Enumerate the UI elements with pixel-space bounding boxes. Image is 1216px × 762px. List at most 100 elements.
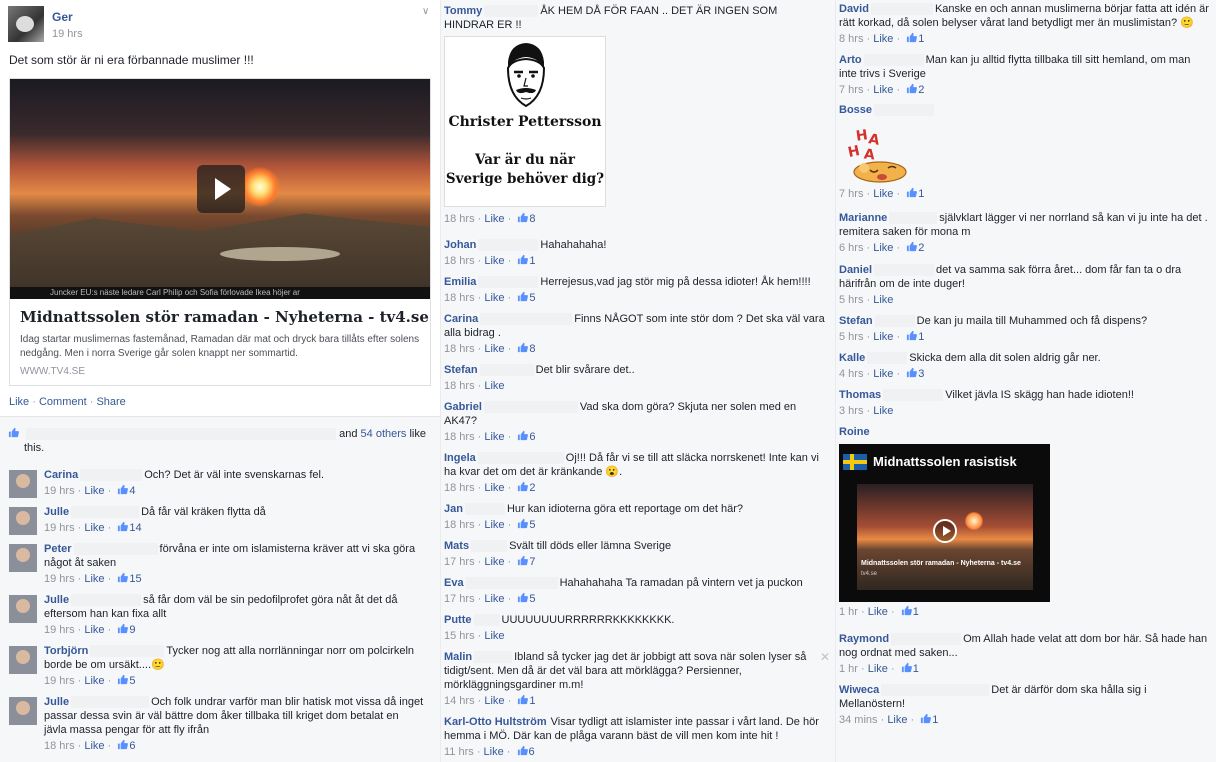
comment-time[interactable]: 6 hrs bbox=[839, 242, 863, 254]
comment-like-link[interactable]: Like bbox=[84, 675, 104, 687]
comment-time[interactable]: 17 hrs bbox=[444, 556, 475, 568]
comment-author[interactable]: Emilia bbox=[444, 276, 476, 288]
comment-like-count[interactable]: 5 bbox=[529, 593, 535, 605]
like-link[interactable]: Like bbox=[9, 396, 29, 408]
comment-author[interactable]: Arto bbox=[839, 54, 862, 66]
card-title[interactable]: Midnattssolen stör ramadan - Nyheterna -… bbox=[20, 308, 429, 326]
comment-author[interactable]: Putte bbox=[444, 614, 472, 626]
comment-like-link[interactable]: Like bbox=[484, 482, 504, 494]
comment-time[interactable]: 19 hrs bbox=[44, 624, 75, 636]
comment-author[interactable]: Thomas bbox=[839, 389, 881, 401]
comment-like-link[interactable]: Like bbox=[84, 522, 104, 534]
share-link[interactable]: Share bbox=[96, 396, 125, 408]
comment-like-count[interactable]: 1 bbox=[913, 663, 919, 675]
comment-author[interactable]: Malin bbox=[444, 651, 472, 663]
avatar[interactable] bbox=[8, 6, 44, 42]
comment-author[interactable]: Roine bbox=[839, 426, 870, 438]
comment-like-count[interactable]: 1 bbox=[918, 331, 924, 343]
comment-author[interactable]: Bosse bbox=[839, 104, 872, 116]
comment-time[interactable]: 18 hrs bbox=[444, 380, 475, 392]
comment-like-link[interactable]: Like bbox=[84, 624, 104, 636]
comment-time[interactable]: 18 hrs bbox=[444, 431, 475, 443]
comment-like-count[interactable]: 2 bbox=[918, 242, 924, 254]
avatar[interactable] bbox=[9, 544, 37, 572]
comment-time[interactable]: 19 hrs bbox=[44, 675, 75, 687]
comment-like-count[interactable]: 1 bbox=[932, 714, 938, 726]
comment-time[interactable]: 34 mins bbox=[839, 714, 878, 726]
comment-like-link[interactable]: Like bbox=[873, 405, 893, 417]
comment-author[interactable]: Tommy bbox=[444, 5, 482, 17]
comment-author[interactable]: Stefan bbox=[839, 315, 873, 327]
comment-like-link[interactable]: Like bbox=[484, 431, 504, 443]
comment-author[interactable]: Daniel bbox=[839, 264, 872, 276]
comment-like-link[interactable]: Like bbox=[484, 213, 504, 225]
comment-author[interactable]: Raymond bbox=[839, 633, 889, 645]
comment-author[interactable]: David bbox=[839, 3, 869, 15]
comment-author[interactable]: Karl-Otto Hultström bbox=[444, 716, 547, 728]
comment-time[interactable]: 19 hrs bbox=[44, 573, 75, 585]
comment-time[interactable]: 19 hrs bbox=[44, 522, 75, 534]
close-icon[interactable]: ✕ bbox=[820, 650, 830, 664]
comment-like-count[interactable]: 5 bbox=[529, 519, 535, 531]
likes-others-link[interactable]: 54 others bbox=[361, 428, 407, 440]
comment-like-link[interactable]: Like bbox=[84, 485, 104, 497]
comment-like-count[interactable]: 2 bbox=[918, 84, 924, 96]
video-thumbnail[interactable]: Juncker EU:s näste ledare Carl Philip oc… bbox=[10, 79, 430, 299]
comment-time[interactable]: 18 hrs bbox=[444, 343, 475, 355]
comment-author[interactable]: Eva bbox=[444, 577, 464, 589]
comment-like-count[interactable]: 6 bbox=[529, 746, 535, 758]
comment-like-count[interactable]: 1 bbox=[918, 188, 924, 200]
comment-time[interactable]: 14 hrs bbox=[444, 695, 475, 707]
comment-like-link[interactable]: Like bbox=[484, 519, 504, 531]
comment-like-count[interactable]: 1 bbox=[913, 606, 919, 618]
comment-like-count[interactable]: 9 bbox=[129, 624, 135, 636]
comment-time[interactable]: 18 hrs bbox=[444, 213, 475, 225]
comment-like-count[interactable]: 1 bbox=[529, 695, 535, 707]
comment-like-link[interactable]: Like bbox=[84, 740, 104, 752]
comment-time[interactable]: 7 hrs bbox=[839, 84, 863, 96]
comment-time[interactable]: 1 hr bbox=[839, 606, 858, 618]
comment-author[interactable]: Julle bbox=[44, 696, 69, 708]
comment-time[interactable]: 5 hrs bbox=[839, 294, 863, 306]
comment-author[interactable]: Julle bbox=[44, 594, 69, 606]
comment-link[interactable]: Comment bbox=[39, 396, 87, 408]
play-icon[interactable] bbox=[197, 165, 245, 213]
comment-like-count[interactable]: 5 bbox=[129, 675, 135, 687]
comment-author[interactable]: Gabriel bbox=[444, 401, 482, 413]
comment-like-link[interactable]: Like bbox=[484, 556, 504, 568]
comment-like-link[interactable]: Like bbox=[887, 714, 907, 726]
comment-like-link[interactable]: Like bbox=[873, 188, 893, 200]
comment-like-link[interactable]: Like bbox=[484, 593, 504, 605]
comment-time[interactable]: 15 hrs bbox=[444, 630, 475, 642]
comment-author[interactable]: Stefan bbox=[444, 364, 478, 376]
comment-time[interactable]: 1 hr bbox=[839, 663, 858, 675]
comment-like-link[interactable]: Like bbox=[484, 380, 504, 392]
comment-like-link[interactable]: Like bbox=[868, 606, 888, 618]
comment-author[interactable]: Torbjörn bbox=[44, 645, 88, 657]
comment-like-count[interactable]: 5 bbox=[529, 292, 535, 304]
comment-like-link[interactable]: Like bbox=[873, 331, 893, 343]
comment-author[interactable]: Kalle bbox=[839, 352, 865, 364]
comment-like-link[interactable]: Like bbox=[873, 294, 893, 306]
comment-like-count[interactable]: 4 bbox=[129, 485, 135, 497]
post-author[interactable]: Ger bbox=[52, 10, 73, 24]
comment-time[interactable]: 18 hrs bbox=[44, 740, 75, 752]
comment-author[interactable]: Carina bbox=[44, 469, 78, 481]
comment-like-count[interactable]: 8 bbox=[529, 213, 535, 225]
comment-time[interactable]: 18 hrs bbox=[444, 519, 475, 531]
roine-video-thumbnail[interactable]: Midnattssolen rasistisk Midnattssolen st… bbox=[839, 444, 1050, 602]
comment-like-link[interactable]: Like bbox=[873, 33, 893, 45]
comment-author[interactable]: Mats bbox=[444, 540, 469, 552]
christer-image[interactable]: Christer Pettersson Var är du när Sverig… bbox=[444, 36, 606, 207]
avatar[interactable] bbox=[9, 595, 37, 623]
comment-time[interactable]: 11 hrs bbox=[444, 746, 474, 758]
comment-like-link[interactable]: Like bbox=[484, 343, 504, 355]
comment-like-link[interactable]: Like bbox=[873, 84, 893, 96]
comment-author[interactable]: Peter bbox=[44, 543, 72, 555]
comment-like-count[interactable]: 15 bbox=[129, 573, 141, 585]
comment-like-count[interactable]: 3 bbox=[918, 368, 924, 380]
comment-like-link[interactable]: Like bbox=[484, 746, 504, 758]
chevron-down-icon[interactable]: ∨ bbox=[422, 6, 429, 17]
comment-author[interactable]: Carina bbox=[444, 313, 478, 325]
comment-time[interactable]: 7 hrs bbox=[839, 188, 863, 200]
